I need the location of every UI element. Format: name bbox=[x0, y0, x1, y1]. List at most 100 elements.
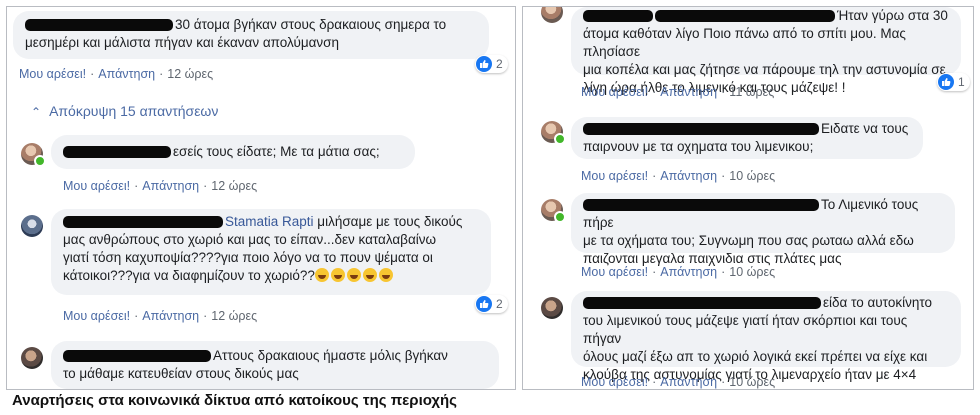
reply-actions: Μου αρέσει! · Απάντηση · 10 ώρες bbox=[581, 265, 776, 279]
reply-2: Ειδατε να τους παιρνουν με τα οχηματα το… bbox=[523, 115, 973, 183]
chevron-up-icon: ⌃ bbox=[31, 105, 42, 119]
comment-text-line2: μεσημέρι και μάλιστα πήγαν και έκαναν απ… bbox=[25, 35, 340, 50]
redacted-author-name bbox=[63, 146, 171, 159]
reply-3: Αττους δρακαιους ήμαστε μόλις βγήκαν το … bbox=[7, 341, 515, 389]
redacted-author-name bbox=[583, 10, 653, 23]
redacted-author-name bbox=[583, 297, 821, 310]
reply-text-line3: όλους μαζί έξω απ το χωριό λογικά εκεί π… bbox=[583, 349, 928, 364]
redacted-author-name bbox=[655, 10, 835, 23]
like-button[interactable]: Μου αρέσει! bbox=[581, 375, 648, 389]
online-indicator bbox=[554, 211, 566, 223]
reply-text-line1: μιλήσαμε με τους δικούς bbox=[313, 214, 463, 229]
reply-text-line1: Αττους δρακαιους ήμαστε μόλις βγήκαν bbox=[213, 348, 448, 363]
reply-4: είδα το αυτοκίνητο του λιμενικού τους μά… bbox=[523, 291, 973, 389]
reply-button[interactable]: Απάντηση bbox=[142, 309, 199, 323]
reply-text-line2: με τα οχήματα του; Συγνωμη που σας ρωταω… bbox=[583, 233, 914, 248]
reply-2: Stamatia Rapti μιλήσαμε με τους δικούς μ… bbox=[7, 209, 515, 327]
like-button[interactable]: Μου αρέσει! bbox=[63, 309, 130, 323]
avatar[interactable] bbox=[21, 143, 46, 167]
reply-actions: Μου αρέσει! · Απάντηση · 10 ώρες bbox=[581, 169, 776, 183]
hide-replies-link[interactable]: ⌃ Απόκρυψη 15 απαντήσεων bbox=[31, 103, 218, 119]
reply-text-line2: το μάθαμε κατευθείαν στους δικούς μας bbox=[63, 366, 299, 381]
reply-text-line2: παιρνουν με τα οχηματα του λιμενικου; bbox=[583, 139, 814, 154]
reply-bubble: Stamatia Rapti μιλήσαμε με τους δικούς μ… bbox=[51, 209, 491, 295]
reply-bubble: είδα το αυτοκίνητο του λιμενικού τους μά… bbox=[571, 291, 961, 382]
reaction-count: 2 bbox=[496, 297, 503, 311]
reply-text-line2: άτομα καθόταν λίγο Ποιο πάνω από το σπίτ… bbox=[583, 26, 906, 59]
like-button[interactable]: Μου αρέσει! bbox=[581, 265, 648, 279]
avatar[interactable] bbox=[541, 297, 563, 319]
like-button[interactable]: Μου αρέσει! bbox=[19, 67, 86, 81]
redacted-author-name bbox=[583, 199, 819, 212]
reply-3: Το Λιμενικό τους πήρε με τα οχήματα του;… bbox=[523, 193, 973, 279]
reply-actions: Μου αρέσει! · Απάντηση · 10 ώρες bbox=[581, 375, 776, 389]
reply-text-line1: Ειδατε να τους bbox=[821, 121, 909, 136]
reply-text-line2: του λιμενικού τους μάζεψε γιατί ήταν σκό… bbox=[583, 313, 908, 346]
reply-actions: Μου αρέσει! · Απάντηση · 12 ώρες bbox=[63, 179, 258, 193]
reaction-badge[interactable]: 1 bbox=[937, 73, 970, 91]
redacted-author-name bbox=[25, 19, 173, 32]
reply-button[interactable]: Απάντηση bbox=[660, 265, 717, 279]
like-button[interactable]: Μου αρέσει! bbox=[581, 169, 648, 183]
reply-text-line1: Ήταν γύρω στα 30 bbox=[837, 8, 948, 23]
laughing-emoji bbox=[362, 268, 377, 282]
like-icon bbox=[938, 74, 954, 90]
reply-bubble: Το Λιμενικό τους πήρε με τα οχήματα του;… bbox=[571, 193, 955, 266]
avatar[interactable] bbox=[21, 347, 43, 369]
online-indicator bbox=[34, 155, 46, 167]
hide-replies-label: Απόκρυψη 15 απαντήσεων bbox=[49, 103, 219, 119]
reply-text-line1: είδα το αυτοκίνητο bbox=[823, 295, 932, 310]
reply-text-line3: γιατί τόση καχυποψία????για ποιο λόγο να… bbox=[63, 250, 433, 265]
like-icon bbox=[476, 56, 492, 72]
comment-actions: Μου αρέσει! · Απάντηση · 12 ώρες bbox=[19, 67, 214, 81]
reaction-badge[interactable]: 2 bbox=[475, 295, 508, 313]
reply-timestamp: 10 ώρες bbox=[729, 265, 776, 279]
reaction-badge[interactable]: 2 bbox=[475, 55, 508, 73]
avatar[interactable] bbox=[541, 121, 566, 145]
comment-text-line1: 30 άτομα βγήκαν στους δρακαιους σημερα τ… bbox=[175, 17, 447, 32]
comment-bubble: 30 άτομα βγήκαν στους δρακαιους σημερα τ… bbox=[13, 11, 489, 59]
reply-1: Ήταν γύρω στα 30 άτομα καθόταν λίγο Ποιο… bbox=[523, 7, 973, 107]
reply-text: εσείς τους είδατε; Με τα μάτια σας; bbox=[173, 144, 380, 159]
reply-timestamp: 11 ώρες bbox=[729, 85, 775, 99]
reaction-count: 1 bbox=[958, 75, 965, 89]
redacted-author-name bbox=[583, 123, 819, 136]
reply-timestamp: 10 ώρες bbox=[729, 375, 776, 389]
reply-1: εσείς τους είδατε; Με τα μάτια σας; Μου … bbox=[7, 133, 515, 197]
reply-text-line3: μια κοπέλα και μας ζήτησε να πάρουμε τηλ… bbox=[583, 62, 946, 77]
reply-button[interactable]: Απάντηση bbox=[142, 179, 199, 193]
reply-text-line4: κάτοικοι???για να διαφημίζουν το χωριό?? bbox=[63, 268, 315, 283]
reply-bubble: εσείς τους είδατε; Με τα μάτια σας; bbox=[51, 135, 415, 169]
image-caption: Αναρτήσεις στα κοινωνικά δίκτυα από κατο… bbox=[12, 392, 457, 409]
laughing-emoji bbox=[346, 268, 361, 282]
reply-timestamp: 12 ώρες bbox=[211, 179, 258, 193]
comment-top: 30 άτομα βγήκαν στους δρακαιους σημερα τ… bbox=[7, 7, 515, 97]
avatar[interactable] bbox=[21, 215, 43, 237]
reply-bubble: Ειδατε να τους παιρνουν με τα οχηματα το… bbox=[571, 117, 923, 159]
online-indicator bbox=[554, 133, 566, 145]
like-button[interactable]: Μου αρέσει! bbox=[581, 85, 648, 99]
avatar[interactable] bbox=[541, 199, 566, 223]
comments-panel-right: Ήταν γύρω στα 30 άτομα καθόταν λίγο Ποιο… bbox=[522, 6, 974, 390]
reply-actions: Μου αρέσει! · Απάντηση · 11 ώρες bbox=[581, 85, 775, 99]
avatar[interactable] bbox=[541, 7, 563, 23]
reply-timestamp: 10 ώρες bbox=[729, 169, 776, 183]
laughing-emoji bbox=[314, 268, 329, 282]
reply-text-line3: παιζονται μεγαλα παιχνιδια στις πλάτες μ… bbox=[583, 251, 842, 266]
mentioned-user-link[interactable]: Stamatia Rapti bbox=[225, 214, 314, 229]
reply-button[interactable]: Απάντηση bbox=[660, 375, 717, 389]
like-button[interactable]: Μου αρέσει! bbox=[63, 179, 130, 193]
like-icon bbox=[476, 296, 492, 312]
reply-bubble: Αττους δρακαιους ήμαστε μόλις βγήκαν το … bbox=[51, 341, 499, 389]
redacted-author-name bbox=[63, 350, 211, 363]
reply-text-line2: μας ανθρώπους στο χωριό και μας το είπαν… bbox=[63, 232, 437, 247]
laughing-emoji bbox=[330, 268, 345, 282]
redacted-author-name bbox=[63, 216, 223, 229]
reply-actions: Μου αρέσει! · Απάντηση · 12 ώρες bbox=[63, 309, 258, 323]
reply-button[interactable]: Απάντηση bbox=[660, 85, 717, 99]
reply-button[interactable]: Απάντηση bbox=[98, 67, 155, 81]
reply-button[interactable]: Απάντηση bbox=[660, 169, 717, 183]
laughing-emoji bbox=[378, 268, 393, 282]
comment-timestamp: 12 ώρες bbox=[167, 67, 214, 81]
reply-bubble: Ήταν γύρω στα 30 άτομα καθόταν λίγο Ποιο… bbox=[571, 7, 961, 95]
